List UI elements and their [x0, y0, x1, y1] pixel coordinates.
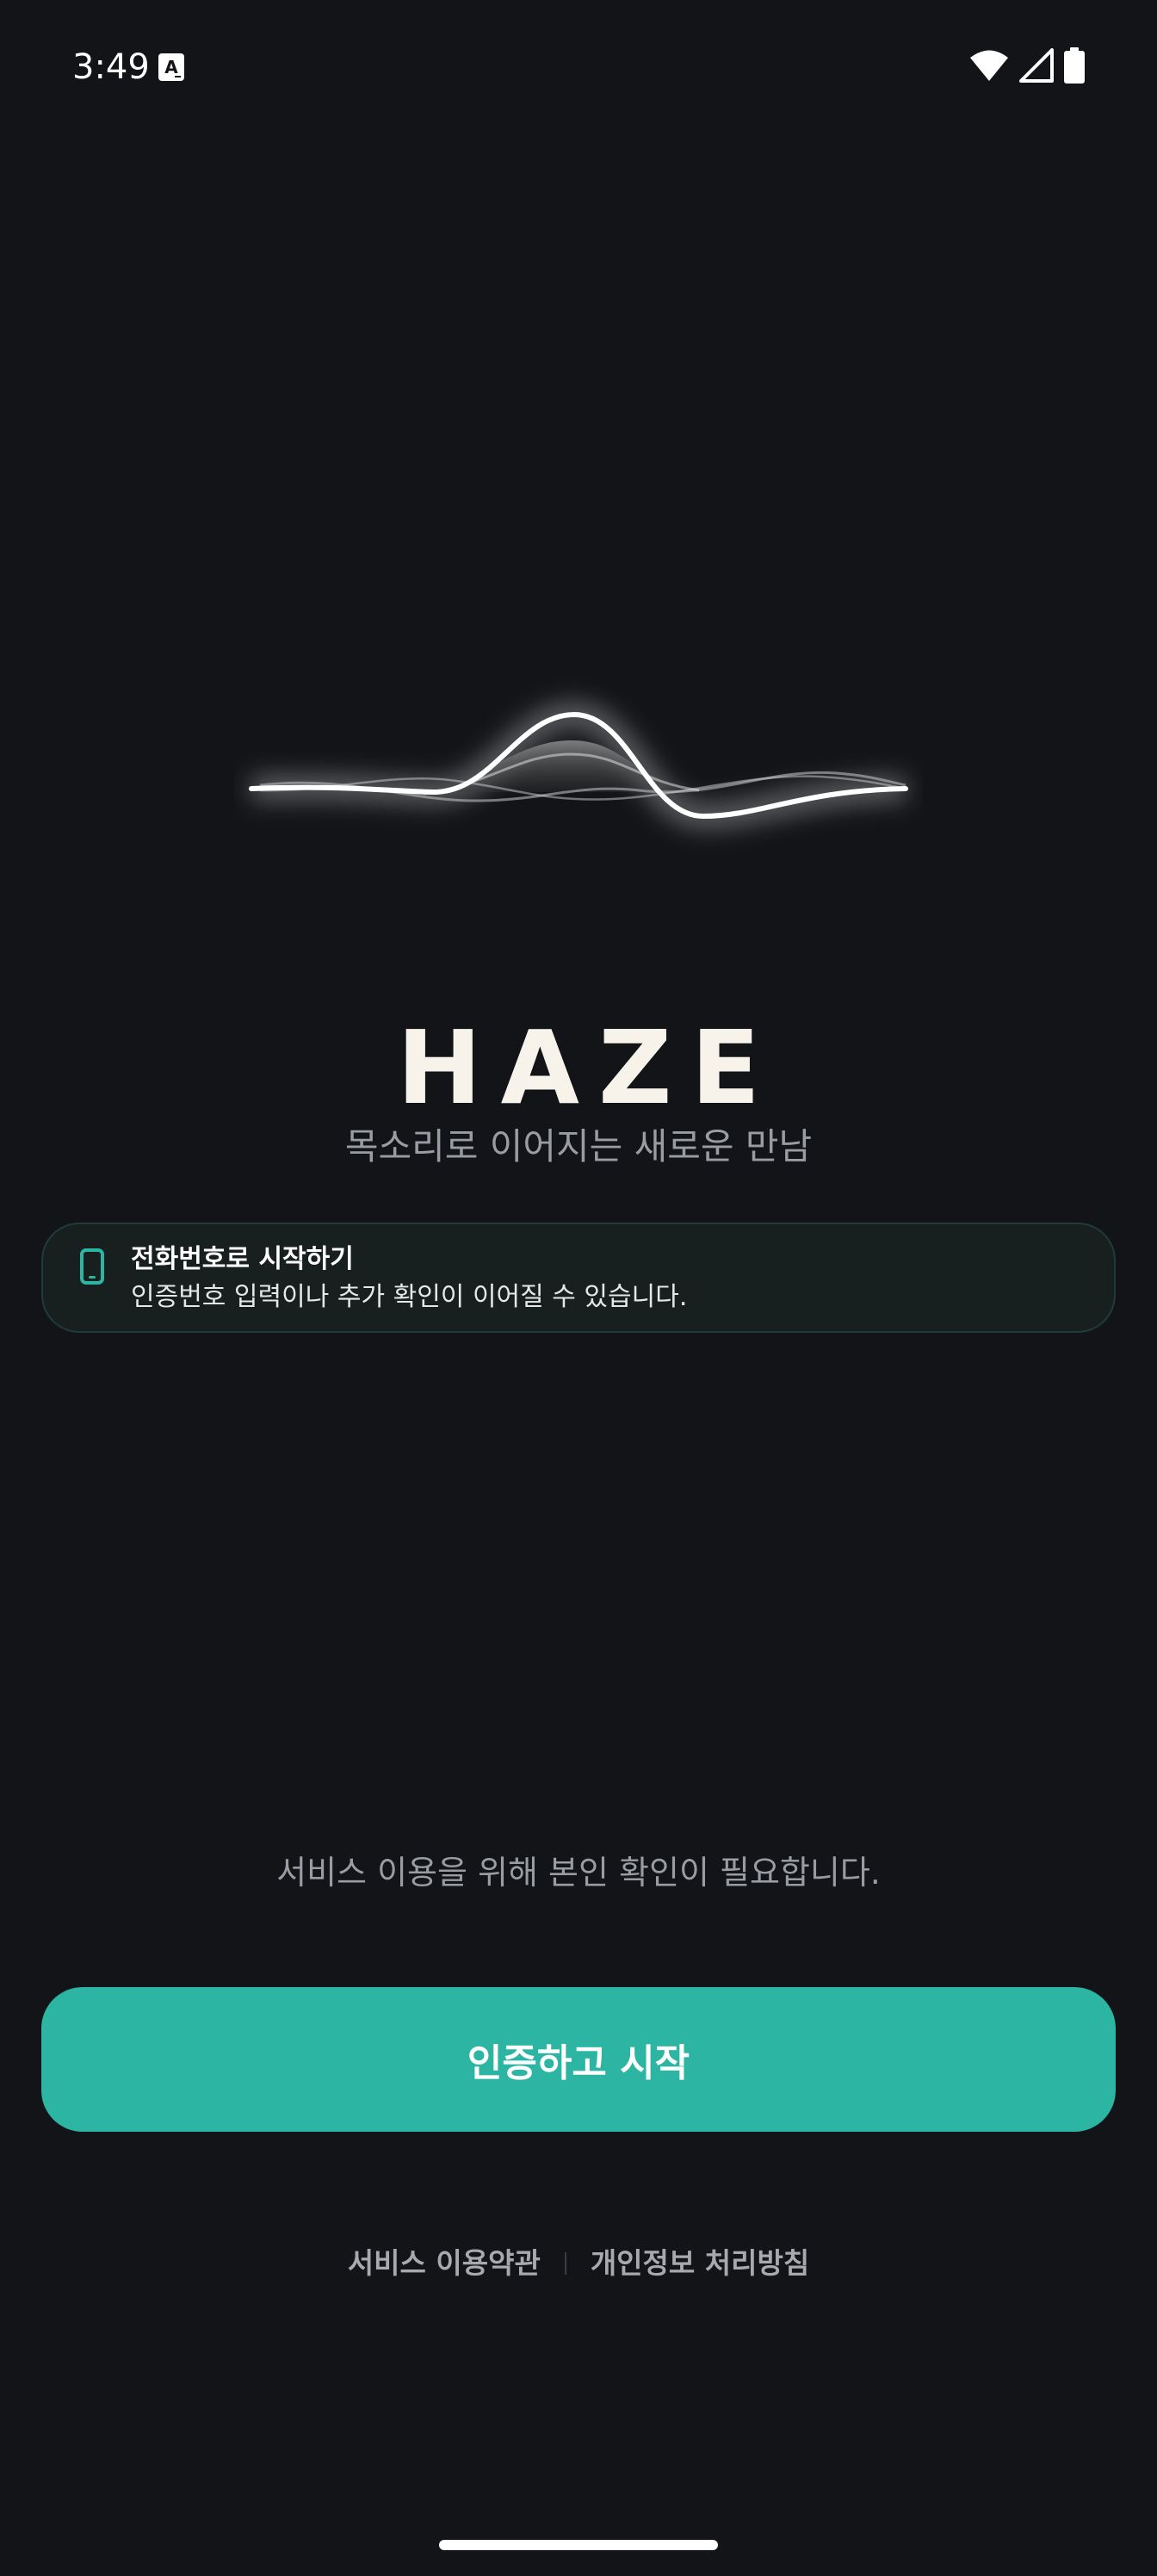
footer-links: 서비스 이용약관 개인정보 처리방침 [0, 2242, 1157, 2285]
verification-notice: 서비스 이용을 위해 본인 확인이 필요합니다. [276, 1854, 881, 1892]
text-a-icon: A [158, 53, 184, 81]
svg-text:A: A [164, 57, 178, 77]
battery-icon [1064, 47, 1085, 87]
status-bar: 3:49 A [0, 0, 1157, 138]
waveform-icon [234, 672, 923, 861]
terms-of-service-link[interactable]: 서비스 이용약관 [348, 2242, 541, 2285]
signal-icon [1019, 48, 1054, 86]
phone-card-title: 전화번호로 시작하기 [131, 1244, 354, 1274]
footer-divider [564, 2252, 566, 2275]
verify-and-start-button[interactable]: 인증하고 시작 [41, 1987, 1116, 2132]
wifi-icon [969, 48, 1009, 86]
app-subtitle: 목소리로 이어지는 새로운 만남 [344, 1125, 813, 1167]
status-icons [969, 47, 1085, 87]
phone-card-description: 인증번호 입력이나 추가 확인이 이어질 수 있습니다. [131, 1282, 688, 1312]
status-time: 3:49 [72, 47, 150, 87]
phone-start-card[interactable]: 전화번호로 시작하기 인증번호 입력이나 추가 확인이 이어질 수 있습니다. [41, 1223, 1116, 1333]
privacy-policy-link[interactable]: 개인정보 처리방침 [591, 2242, 809, 2285]
home-indicator[interactable] [439, 2540, 718, 2550]
smartphone-icon [79, 1248, 105, 1285]
app-title: HAZE [396, 1008, 780, 1127]
